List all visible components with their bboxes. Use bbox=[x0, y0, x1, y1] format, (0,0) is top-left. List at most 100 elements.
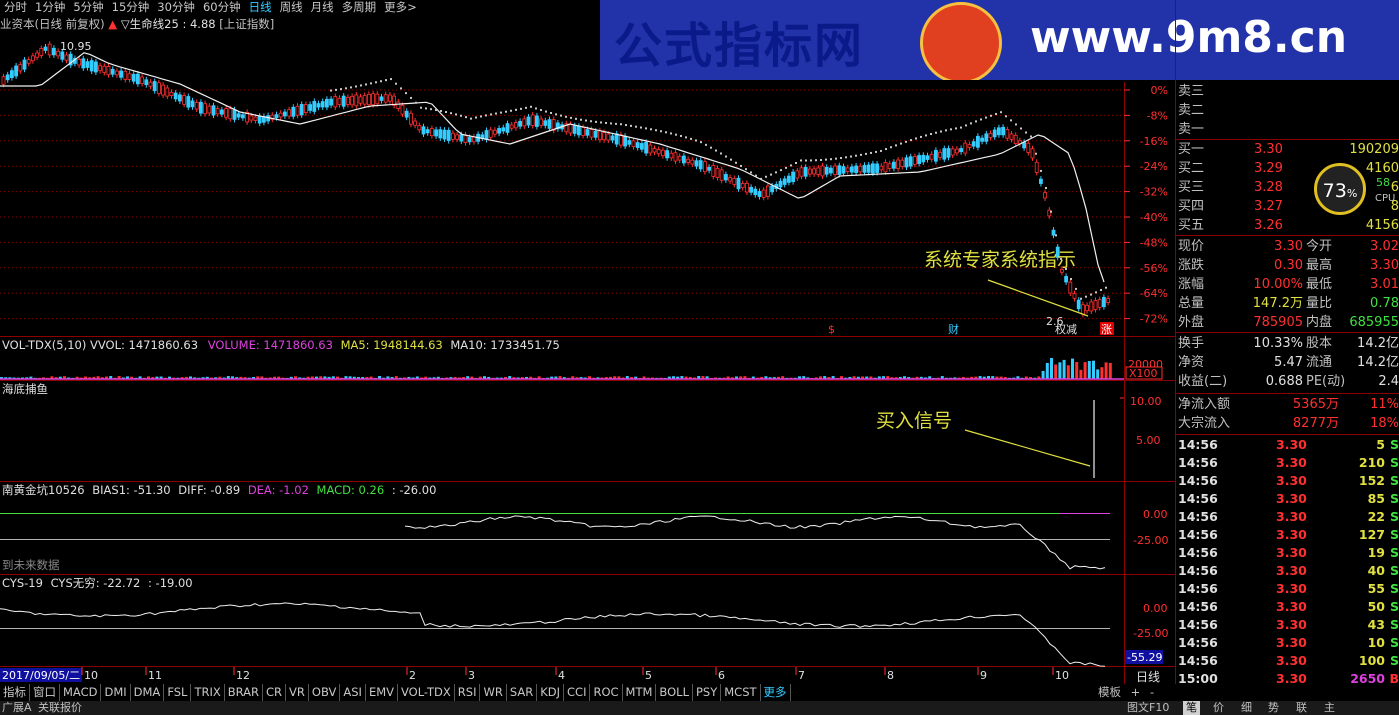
volume-bar bbox=[1062, 359, 1066, 379]
index-dot bbox=[940, 130, 942, 133]
candle-body bbox=[1106, 298, 1110, 303]
indicator-tab[interactable]: EMV bbox=[366, 684, 398, 701]
index-dot bbox=[835, 157, 837, 160]
tick-tab[interactable]: 笔 bbox=[1183, 701, 1200, 715]
template-button[interactable]: 模板 bbox=[1098, 685, 1121, 699]
candle-body bbox=[64, 54, 69, 61]
indicator-tab[interactable]: TRIX bbox=[191, 684, 225, 701]
index-dot bbox=[1105, 286, 1107, 289]
candle-body bbox=[429, 128, 434, 137]
indicator-tab[interactable]: VR bbox=[286, 684, 309, 701]
quote-panel: 卖三 卖二 卖一 买一 3.30 190209 买二 3.29 4160 买三 3.28 6 买四… bbox=[1176, 82, 1399, 690]
indicator-tab[interactable]: 窗口 bbox=[30, 684, 60, 701]
zoom-in-button[interactable]: + bbox=[1131, 685, 1141, 699]
candle-body bbox=[925, 155, 930, 160]
tick-volume: 19 bbox=[1367, 545, 1385, 560]
index-dot bbox=[1070, 277, 1072, 280]
index-dot bbox=[675, 133, 677, 136]
index-dot bbox=[335, 88, 337, 91]
indicator-tab[interactable]: VOL-TDX bbox=[398, 684, 455, 701]
high-price-label: 10.95 bbox=[60, 40, 92, 53]
index-dot bbox=[1015, 123, 1017, 126]
candle-body bbox=[9, 70, 14, 79]
index-dot bbox=[440, 110, 442, 113]
index-dot bbox=[530, 105, 532, 108]
status-tab[interactable]: 广展A bbox=[2, 701, 32, 715]
pct-label: -72% bbox=[1140, 313, 1168, 326]
index-dot bbox=[1055, 234, 1057, 237]
candle-body bbox=[1009, 133, 1014, 140]
cys-title: CYS-19 bbox=[2, 576, 43, 590]
indicator-tab[interactable]: FSL bbox=[164, 684, 192, 701]
trend-tab[interactable]: 势 bbox=[1268, 701, 1279, 715]
percent-axis: 0% -8% -16% -24% -32% -40% -48% -56% -64% -72% bbox=[1124, 84, 1168, 326]
index-dot bbox=[790, 164, 792, 167]
indicator-tab[interactable]: KDJ bbox=[537, 684, 565, 701]
indicator-tab[interactable]: BOLL bbox=[656, 684, 693, 701]
tick-time: 14:56 bbox=[1178, 563, 1218, 578]
index-dot bbox=[1005, 115, 1007, 118]
candlesticks bbox=[1, 41, 1110, 318]
candle-body bbox=[1026, 142, 1031, 153]
candle-body bbox=[518, 120, 522, 127]
candle-body bbox=[745, 182, 749, 193]
index-dot bbox=[375, 81, 377, 84]
main-tab[interactable]: 主 bbox=[1324, 701, 1335, 715]
cys-extra: : -19.00 bbox=[148, 576, 193, 590]
candle-body bbox=[690, 159, 695, 165]
quote-value: 3.01 bbox=[1370, 277, 1399, 292]
candle-body bbox=[358, 96, 363, 104]
index-overlay[interactable]: [上证指数] bbox=[219, 17, 274, 31]
related-tab[interactable]: 联 bbox=[1296, 701, 1307, 715]
volume-bars bbox=[0, 358, 1112, 379]
tick-price: 3.30 bbox=[1276, 437, 1307, 452]
candle-body bbox=[115, 70, 119, 76]
indicator-tab[interactable]: DMA bbox=[131, 684, 165, 701]
index-dot bbox=[670, 132, 672, 135]
indicator-tab[interactable]: WR bbox=[480, 684, 507, 701]
index-dot bbox=[680, 134, 682, 137]
zoom-out-button[interactable]: - bbox=[1150, 685, 1154, 699]
index-dot bbox=[665, 131, 667, 134]
volume-value: VOLUME: 1471860.63 bbox=[207, 338, 333, 352]
indicator-tab[interactable]: MCST bbox=[721, 684, 761, 701]
index-dot bbox=[370, 82, 372, 85]
candle-body bbox=[110, 68, 115, 75]
indicator-tab[interactable]: OBV bbox=[309, 684, 341, 701]
indicator-tab[interactable]: RSI bbox=[455, 684, 481, 701]
tick-side: S bbox=[1389, 455, 1399, 470]
candle-body bbox=[967, 144, 972, 148]
indicator-tab[interactable]: ROC bbox=[590, 684, 623, 701]
candle-body bbox=[47, 43, 52, 56]
candle-body bbox=[787, 175, 791, 183]
candle-body bbox=[501, 127, 506, 132]
candle-body bbox=[488, 129, 493, 138]
tick-price: 3.30 bbox=[1276, 563, 1307, 578]
indicator-tabs: 指标 窗口 MACD DMI DMA FSL TRIX BRAR CR VR OBV ASI EMV VO… bbox=[0, 684, 1176, 701]
f10-button[interactable]: 图文F10 bbox=[1127, 701, 1169, 715]
indicator-tab[interactable]: MTM bbox=[623, 684, 657, 701]
indicator-tab[interactable]: BRAR bbox=[225, 684, 264, 701]
x-month-label: 4 bbox=[558, 669, 565, 682]
tick-side: S bbox=[1389, 635, 1399, 650]
index-dot bbox=[655, 129, 657, 132]
indicator-tab[interactable]: 更多 bbox=[761, 684, 791, 701]
indicator-tab[interactable]: CCI bbox=[564, 684, 591, 701]
detail-tab[interactable]: 细 bbox=[1241, 701, 1252, 715]
quote-label: 今开 bbox=[1306, 239, 1333, 254]
indicator-tab[interactable]: 指标 bbox=[0, 684, 30, 701]
index-dot bbox=[875, 150, 877, 153]
indicator-tab[interactable]: SAR bbox=[507, 684, 538, 701]
index-dot bbox=[610, 122, 612, 125]
indicator-tab[interactable]: DMI bbox=[101, 684, 131, 701]
order-sell-row: 卖二 bbox=[1176, 101, 1399, 120]
indicator-tab[interactable]: PSY bbox=[693, 684, 722, 701]
candle-body bbox=[980, 137, 984, 142]
price-tab[interactable]: 价 bbox=[1213, 701, 1224, 715]
status-tab[interactable]: 关联报价 bbox=[38, 701, 82, 715]
candle-body bbox=[509, 124, 514, 129]
indicator-tab[interactable]: CR bbox=[263, 684, 287, 701]
index-dot bbox=[890, 146, 892, 149]
indicator-tab[interactable]: MACD bbox=[60, 684, 102, 701]
indicator-tab[interactable]: ASI bbox=[340, 684, 366, 701]
